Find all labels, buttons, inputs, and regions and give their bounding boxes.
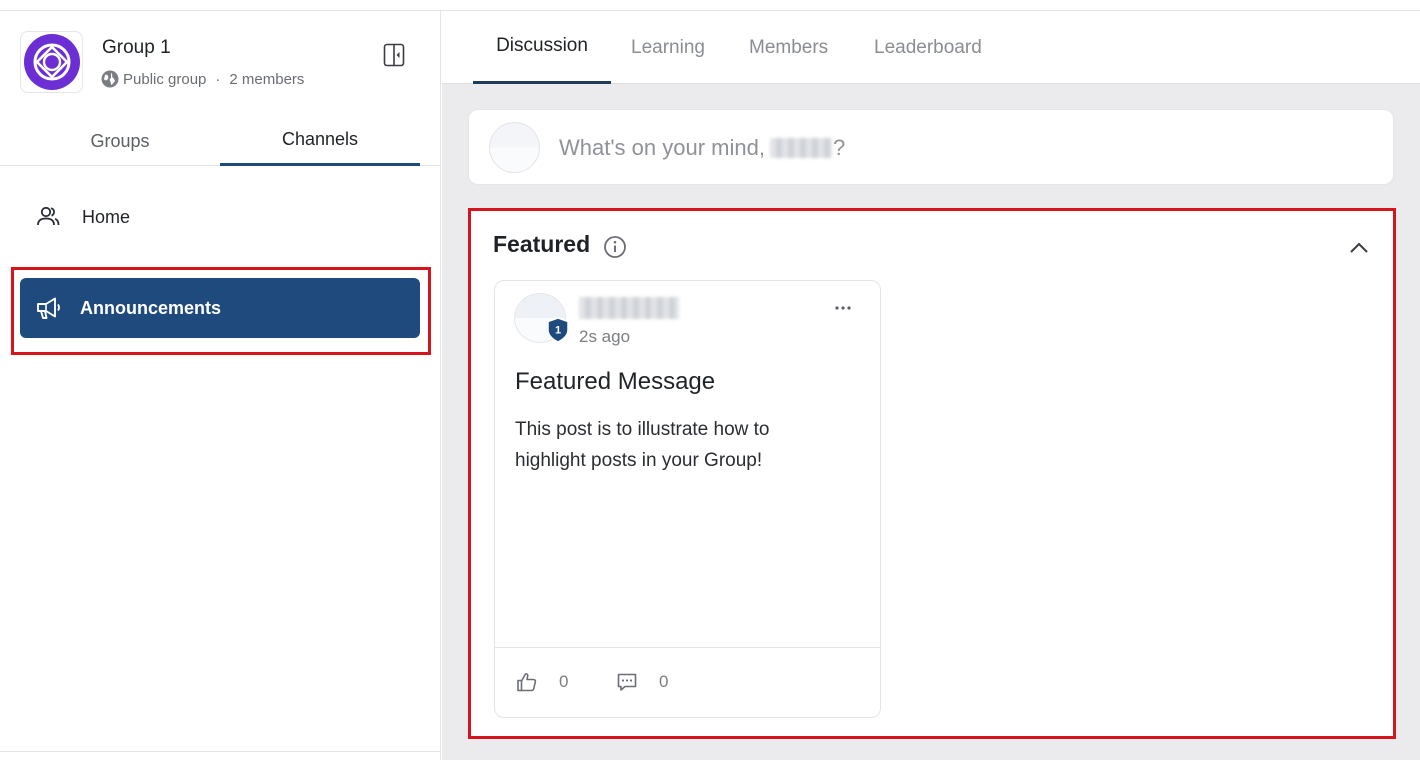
users-icon (37, 206, 60, 226)
group-meta: Public group · 2 members (100, 69, 304, 89)
post-time: 2s ago (579, 327, 631, 346)
sidebar-item-label: Announcements (80, 297, 222, 318)
tab-members[interactable]: Members (749, 11, 828, 84)
main-content: Discussion Learning Members Leaderboard … (442, 11, 1420, 760)
placeholder-text: What's on your mind, (559, 135, 765, 160)
tab-discussion[interactable]: Discussion (473, 11, 611, 84)
thumbs-up-icon (517, 673, 537, 692)
comment-count: 0 (659, 672, 669, 691)
sidebar-item-home[interactable]: Home (20, 187, 420, 247)
placeholder-suffix: ? (832, 135, 846, 160)
main-tabs: Discussion Learning Members Leaderboard (442, 11, 1420, 84)
sidebar-collapse-icon[interactable] (382, 43, 406, 67)
comment-icon (617, 673, 637, 691)
badge-level: 1 (555, 325, 561, 337)
group-member-count: 2 members (229, 70, 305, 88)
tab-groups[interactable]: Groups (20, 116, 220, 166)
post-composer[interactable]: What's on your mind, ? (468, 109, 1394, 185)
sidebar: Group 1 Public group · 2 members Groups … (0, 11, 441, 760)
chevron-up-icon[interactable] (1348, 237, 1370, 259)
featured-title: Featured (493, 231, 591, 257)
group-logo-icon (33, 43, 70, 81)
group-title: Group 1 (102, 37, 171, 58)
tab-leaderboard[interactable]: Leaderboard (874, 11, 982, 84)
megaphone-icon (37, 297, 60, 319)
featured-section: Featured 1 2s ago Featured Message This … (468, 208, 1396, 739)
comment-button[interactable]: 0 (615, 670, 668, 694)
sidebar-item-label: Home (82, 206, 131, 227)
sidebar-item-announcements[interactable]: Announcements (20, 278, 420, 338)
info-icon[interactable] (603, 235, 627, 259)
group-header: Group 1 Public group · 2 members (20, 31, 420, 93)
post-actions: 0 0 (495, 647, 880, 718)
tab-learning[interactable]: Learning (631, 11, 705, 84)
level-badge-icon: 1 (547, 317, 569, 343)
post-title: Featured Message (515, 368, 716, 395)
composer-placeholder: What's on your mind, ? (559, 135, 845, 161)
featured-post-card[interactable]: 1 2s ago Featured Message This post is t… (494, 280, 881, 718)
redacted-username (769, 138, 832, 158)
meta-separator: · (215, 70, 221, 88)
group-visibility: Public group (123, 70, 207, 88)
tab-channels[interactable]: Channels (220, 116, 420, 166)
group-avatar[interactable] (20, 31, 83, 93)
sidebar-tabs: Groups Channels (0, 116, 440, 166)
like-count: 0 (559, 672, 569, 691)
sidebar-bottom-divider (0, 751, 440, 752)
post-body: This post is to illustrate how to highli… (515, 419, 770, 471)
more-options-icon[interactable] (832, 297, 854, 319)
like-button[interactable]: 0 (515, 670, 568, 694)
user-avatar (489, 122, 540, 173)
globe-icon (101, 70, 119, 88)
redacted-author-name[interactable] (579, 297, 679, 319)
